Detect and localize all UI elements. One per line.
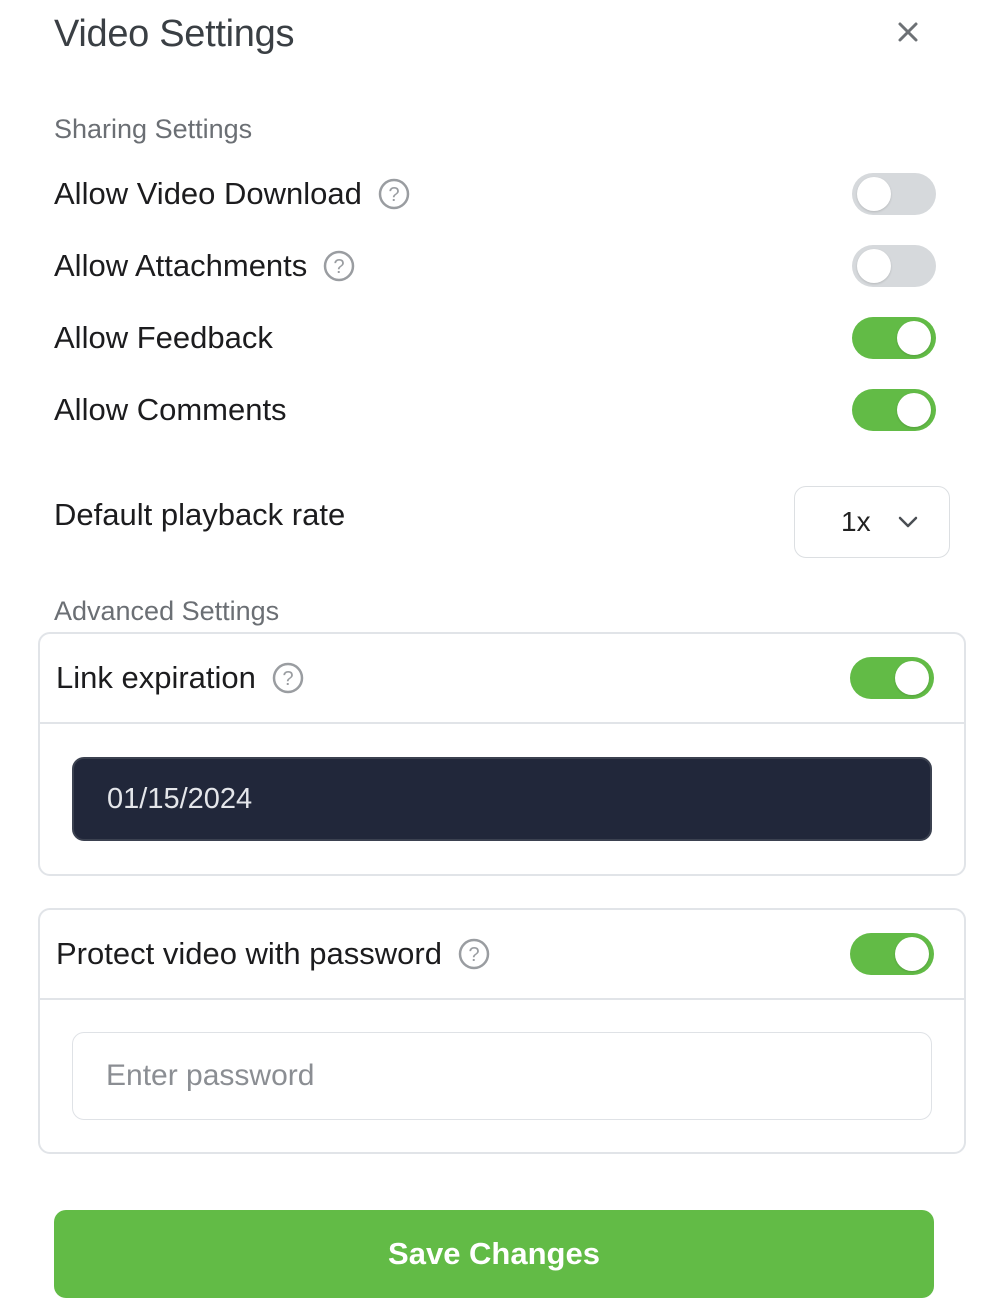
setting-row-attachments: Allow Attachments ?	[54, 247, 355, 285]
save-changes-button[interactable]: Save Changes	[54, 1210, 934, 1298]
help-icon[interactable]: ?	[378, 178, 410, 210]
toggle-knob	[897, 321, 931, 355]
dialog-title: Video Settings	[54, 13, 295, 55]
setting-row-feedback: Allow Feedback	[54, 319, 273, 357]
toggle-knob	[857, 177, 891, 211]
playback-rate-label: Default playback rate	[54, 497, 346, 532]
svg-text:?: ?	[334, 256, 345, 278]
playback-rate-value: 1x	[841, 506, 871, 537]
toggle-comments[interactable]	[852, 389, 936, 431]
close-icon	[898, 22, 918, 42]
setting-label: Allow Feedback	[54, 320, 273, 355]
setting-label: Allow Attachments	[54, 248, 308, 283]
svg-text:?: ?	[468, 944, 479, 966]
setting-label: Allow Video Download	[54, 176, 362, 211]
svg-text:?: ?	[388, 184, 399, 206]
setting-row-video-download: Allow Video Download ?	[54, 175, 410, 213]
advanced-section-label: Advanced Settings	[54, 596, 280, 626]
toggle-knob	[897, 393, 931, 427]
toggle-knob	[857, 249, 891, 283]
link-expiration-label: Link expiration	[56, 660, 256, 695]
setting-row-comments: Allow Comments	[54, 391, 287, 429]
card-divider	[40, 722, 964, 724]
expiration-date-value: 01/15/2024	[107, 782, 253, 815]
toggle-feedback[interactable]	[852, 317, 936, 359]
toggle-attachments[interactable]	[852, 245, 936, 287]
setting-label: Allow Comments	[54, 392, 287, 427]
close-button[interactable]	[888, 12, 928, 52]
toggle-knob	[895, 937, 929, 971]
help-icon[interactable]: ?	[272, 662, 304, 694]
playback-rate-select[interactable]: 1x	[794, 486, 950, 558]
toggle-knob	[895, 661, 929, 695]
help-icon[interactable]: ?	[323, 250, 355, 282]
password-protect-label: Protect video with password	[56, 936, 442, 971]
password-protect-row: Protect video with password ?	[56, 935, 490, 973]
chevron-down-icon	[898, 516, 918, 528]
card-divider	[40, 998, 964, 1000]
expiration-date-field[interactable]: 01/15/2024	[72, 757, 932, 841]
svg-text:?: ?	[282, 668, 293, 690]
toggle-link-expiration[interactable]	[850, 657, 934, 699]
link-expiration-row: Link expiration ?	[56, 659, 304, 697]
sharing-section-label: Sharing Settings	[54, 114, 253, 144]
password-input[interactable]	[72, 1032, 932, 1120]
help-icon[interactable]: ?	[458, 938, 490, 970]
toggle-video-download[interactable]	[852, 173, 936, 215]
toggle-password-protect[interactable]	[850, 933, 934, 975]
